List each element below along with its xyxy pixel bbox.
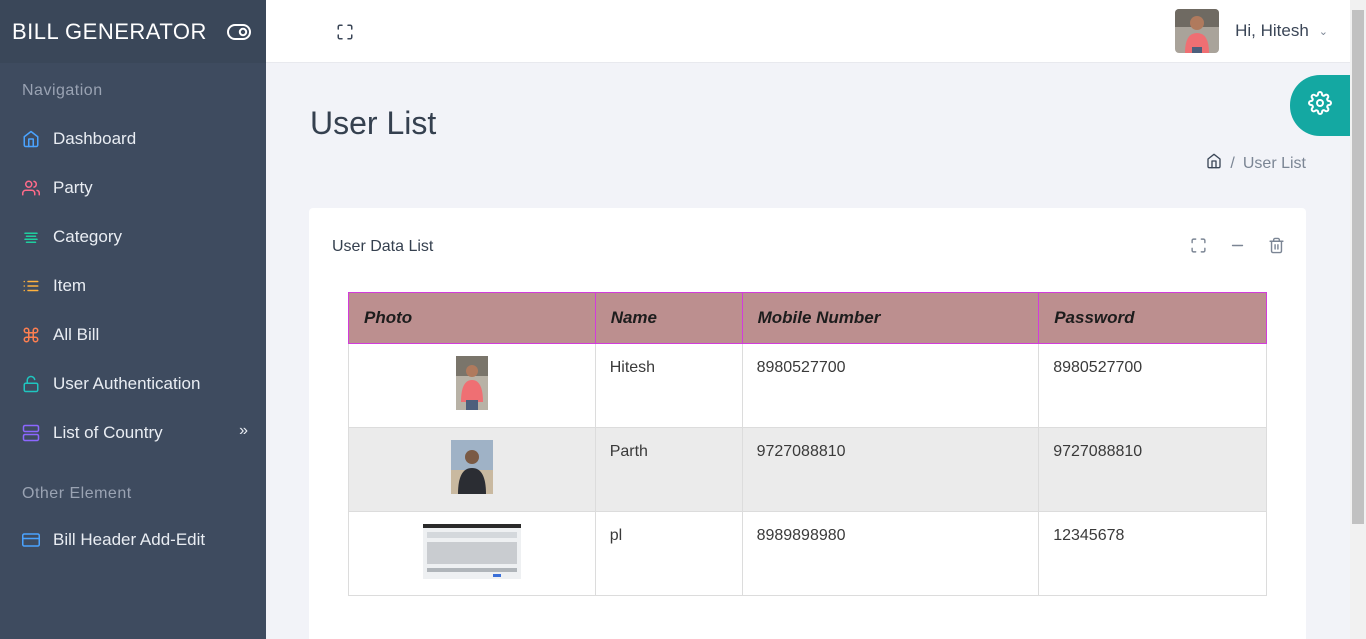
credit-card-icon: [22, 531, 40, 549]
breadcrumb-separator: /: [1230, 154, 1235, 172]
trash-icon[interactable]: [1267, 236, 1286, 255]
password-cell: 8980527700: [1038, 343, 1267, 428]
user-table: Photo Name Mobile Number Password Hitesh…: [348, 292, 1267, 596]
home-icon[interactable]: [1206, 153, 1222, 174]
sidebar-item-list-of-country[interactable]: List of Country »: [0, 408, 266, 457]
align-icon: [22, 228, 40, 246]
fullscreen-icon[interactable]: [336, 23, 354, 41]
sidebar-item-category[interactable]: Category: [0, 212, 266, 261]
table-row: pl 8989898980 12345678: [348, 511, 1267, 596]
photo-cell: [348, 511, 596, 596]
sidebar-item-all-bill[interactable]: All Bill: [0, 310, 266, 359]
column-header-password: Password: [1038, 292, 1267, 344]
sidebar-item-label: Bill Header Add-Edit: [53, 529, 206, 549]
password-cell: 12345678: [1038, 511, 1267, 596]
settings-button[interactable]: [1290, 75, 1350, 136]
name-cell: pl: [594, 511, 743, 596]
sidebar-item-dashboard[interactable]: Dashboard: [0, 114, 266, 163]
sidebar-item-user-authentication[interactable]: User Authentication: [0, 359, 266, 408]
users-icon: [22, 179, 40, 197]
user-photo: [455, 356, 488, 415]
breadcrumb-current: User List: [1242, 154, 1306, 172]
brand-bar: BILL GENERATOR: [0, 0, 266, 63]
photo-cell: [348, 427, 596, 512]
brand-title: BILL GENERATOR: [12, 18, 207, 44]
user-data-card: User Data List Photo Name Mobile Number …: [309, 208, 1306, 639]
mobile-cell: 9727088810: [741, 427, 1040, 512]
maximize-icon[interactable]: [1189, 236, 1208, 255]
user-photo: [450, 440, 493, 499]
home-icon: [22, 130, 40, 148]
sidebar-item-label: All Bill: [53, 324, 100, 344]
chevron-down-icon: ⌄: [1318, 25, 1328, 38]
user-greeting: Hi, Hitesh: [1235, 21, 1309, 40]
avatar: [1175, 9, 1220, 53]
user-menu[interactable]: Hi, Hitesh ⌄: [1175, 9, 1328, 53]
page-scrollbar[interactable]: [1350, 0, 1366, 639]
minus-icon[interactable]: [1228, 236, 1247, 255]
password-cell: 9727088810: [1038, 427, 1267, 512]
scrollbar-thumb[interactable]: [1352, 10, 1364, 524]
sidebar-item-label: Dashboard: [53, 128, 137, 148]
card-title: User Data List: [332, 238, 434, 255]
server-icon: [22, 424, 40, 442]
photo-cell: [348, 343, 596, 428]
column-header-photo: Photo: [348, 292, 596, 344]
user-photo: [422, 523, 521, 584]
sidebar: BILL GENERATOR Navigation Dashboard Part…: [0, 0, 266, 639]
table-row: Parth 9727088810 9727088810: [348, 427, 1267, 512]
table-row: Hitesh 8980527700 8980527700: [348, 343, 1267, 428]
chevrons-right-icon: »: [239, 422, 248, 439]
name-cell: Hitesh: [594, 343, 743, 428]
name-cell: Parth: [594, 427, 743, 512]
sidebar-item-item[interactable]: Item: [0, 261, 266, 310]
mobile-cell: 8989898980: [741, 511, 1040, 596]
nav-section-other-element: Other Element: [22, 485, 132, 502]
sidebar-item-bill-header[interactable]: Bill Header Add-Edit: [0, 515, 266, 564]
list-icon: [22, 277, 40, 295]
top-header: Hi, Hitesh ⌄: [266, 0, 1350, 63]
column-header-mobile: Mobile Number: [741, 292, 1040, 344]
nav-section-navigation: Navigation: [22, 82, 103, 99]
sidebar-item-label: Item: [53, 275, 87, 295]
unlock-icon: [22, 375, 40, 393]
breadcrumb: / User List: [1206, 153, 1306, 174]
sidebar-item-label: Category: [53, 226, 122, 246]
column-header-name: Name: [594, 292, 743, 344]
card-tools: [1189, 236, 1286, 255]
mobile-cell: 8980527700: [741, 343, 1040, 428]
page-title: User List: [310, 105, 437, 141]
table-header-row: Photo Name Mobile Number Password: [348, 292, 1267, 344]
sidebar-item-label: Party: [53, 177, 93, 197]
sidebar-item-label: List of Country: [53, 422, 163, 442]
toggle-icon[interactable]: [226, 23, 252, 41]
gear-icon: [1308, 91, 1332, 120]
sidebar-item-party[interactable]: Party: [0, 163, 266, 212]
command-icon: [22, 326, 40, 344]
sidebar-item-label: User Authentication: [53, 373, 201, 393]
